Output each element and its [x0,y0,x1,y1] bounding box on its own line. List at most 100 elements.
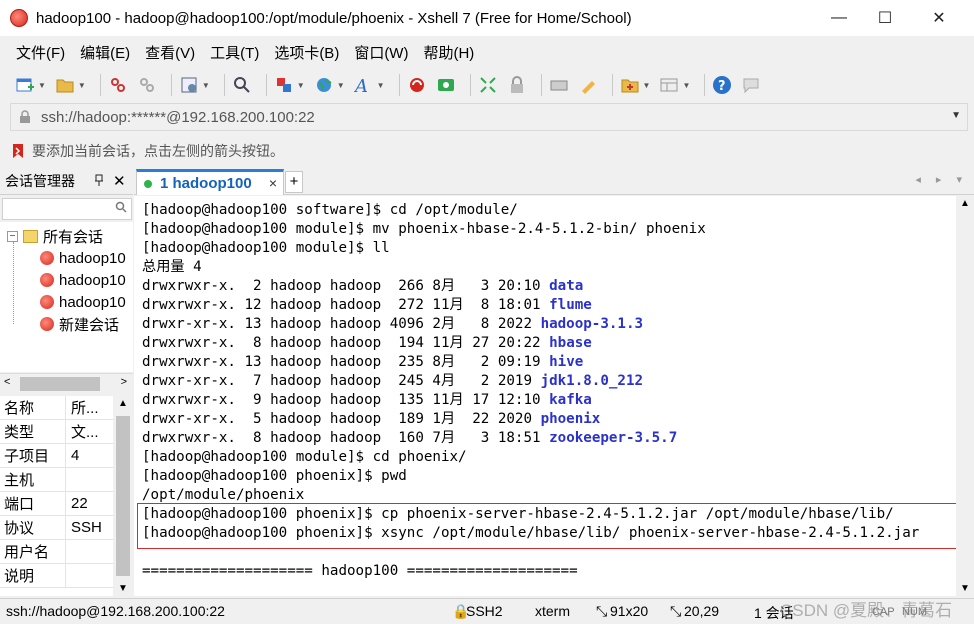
scroll-thumb[interactable] [20,377,100,391]
search-icon[interactable] [231,74,253,96]
scroll-down-icon[interactable]: ▼ [960,583,970,594]
chevron-down-icon[interactable]: ▼ [297,81,305,90]
tab-navigation-icons[interactable]: ◂ ▸ ▾ [915,173,968,186]
tree-item-new-session[interactable]: 新建会话 [40,313,119,335]
terminal-line-text: drwxrwxr-x. 13 hadoop hadoop 235 8月 2 09… [142,354,550,370]
highlight-icon[interactable] [577,74,599,96]
terminal-vertical-scrollbar[interactable]: ▲ ▼ [956,196,974,596]
lock-icon[interactable] [506,74,528,96]
tree-item-label: hadoop10 [59,271,126,289]
add-folder-icon[interactable] [619,74,641,96]
terminal-line-text: [hadoop@hadoop100 module]$ ll [142,240,390,256]
address-input[interactable]: ssh://hadoop:******@192.168.200.100:22 [41,109,315,126]
toolbar-divider [398,74,400,96]
pin-icon[interactable] [94,174,104,189]
chevron-down-icon[interactable]: ▼ [951,110,961,121]
properties-vertical-scrollbar[interactable]: ▲ ▼ [113,396,133,596]
toolbar-divider [223,74,225,96]
terminal-line: [hadoop@hadoop100 phoenix]$ pwd [142,467,407,486]
terminal-output[interactable]: [hadoop@hadoop100 software]$ cd /opt/mod… [134,196,956,596]
session-manager-header: 会话管理器 ✕ [0,168,133,195]
xftp-icon[interactable] [435,74,457,96]
scroll-down-icon[interactable]: ▼ [118,583,128,594]
scroll-left-icon[interactable]: < [4,376,10,388]
terminal-line-text: drwxrwxr-x. 12 hadoop hadoop 272 11月 8 1… [142,297,550,313]
tree-root-all-sessions[interactable]: − 所有会话 [7,225,103,247]
globe-icon[interactable] [313,74,335,96]
tree-horizontal-scrollbar[interactable]: < > [0,373,133,393]
add-tab-button[interactable]: + [285,171,303,193]
terminal-line: 总用量 4 [142,258,202,277]
chevron-down-icon[interactable]: ▼ [337,81,345,90]
terminal-line-text: [hadoop@hadoop100 module]$ mv phoenix-hb… [142,221,706,237]
xshell-logo-icon [10,9,28,27]
fullscreen-icon[interactable] [477,74,499,96]
open-folder-icon[interactable] [54,74,76,96]
minimize-button[interactable]: — [816,0,862,36]
scroll-right-icon[interactable]: > [121,376,127,388]
menu-file[interactable]: 文件(F) [16,42,65,63]
address-bar[interactable]: ssh://hadoop:******@192.168.200.100:22 ▼ [10,103,968,131]
new-session-icon[interactable] [14,74,36,96]
font-icon[interactable]: A [353,74,375,96]
session-panel-close-button[interactable]: ✕ [113,172,126,190]
prop-key: 说明 [0,563,66,588]
terminal-line: [hadoop@hadoop100 module]$ cd phoenix/ [142,448,467,467]
menu-view[interactable]: 查看(V) [145,42,195,63]
chevron-down-icon[interactable]: ▼ [202,81,210,90]
menu-tools[interactable]: 工具(T) [210,42,259,63]
maximize-button[interactable]: ☐ [862,0,908,36]
terminal-line: drwxrwxr-x. 8 hadoop hadoop 160 7月 3 18:… [142,429,677,448]
hint-text: 要添加当前会话，点击左侧的箭头按钮。 [32,143,284,159]
transfer-icon[interactable] [273,74,295,96]
terminal-line-text: drwxr-xr-x. 5 hadoop hadoop 189 1月 22 20… [142,411,541,427]
scroll-thumb[interactable] [116,416,130,576]
chevron-down-icon[interactable]: ▼ [78,81,86,90]
menu-tabs[interactable]: 选项卡(B) [274,42,339,63]
tab-close-icon[interactable]: × [269,175,277,191]
tree-item-session[interactable]: hadoop10 [40,291,126,313]
scroll-up-icon[interactable]: ▲ [118,398,128,409]
help-icon[interactable]: ? [711,74,733,96]
menu-window[interactable]: 窗口(W) [354,42,408,63]
chevron-down-icon[interactable]: ▼ [377,81,385,90]
prop-key: 名称 [0,396,66,420]
session-search-input[interactable] [2,198,132,220]
bookmark-arrow-icon[interactable] [10,143,26,159]
prop-key: 子项目 [0,443,66,468]
chat-icon[interactable] [740,74,762,96]
terminal-line: drwxrwxr-x. 9 hadoop hadoop 135 11月 17 1… [142,391,592,410]
menu-edit[interactable]: 编辑(E) [80,42,130,63]
menu-help[interactable]: 帮助(H) [423,42,474,63]
chevron-down-icon[interactable]: ▼ [643,81,651,90]
xshell-icon[interactable] [406,74,428,96]
toolbar-divider [611,74,613,96]
chevron-down-icon[interactable]: ▼ [38,81,46,90]
reconnect-icon[interactable] [107,74,129,96]
disconnect-icon[interactable] [136,74,158,96]
terminal-line-text: drwxrwxr-x. 8 hadoop hadoop 194 11月 27 2… [142,335,550,351]
svg-text:A: A [354,76,368,94]
session-icon [40,251,54,265]
search-icon [115,201,127,216]
tree-item-session[interactable]: hadoop10 [40,247,126,269]
terminal-line-text: 总用量 4 [142,259,202,275]
keyboard-icon[interactable] [548,74,570,96]
tab-hadoop100[interactable]: 1 hadoop100 × [136,169,284,195]
collapse-icon[interactable]: − [7,230,18,242]
highlight-box [137,503,956,549]
toolbar-divider [704,74,706,96]
scroll-up-icon[interactable]: ▲ [960,198,970,209]
layout-icon[interactable] [658,74,680,96]
terminal-line-text: drwxrwxr-x. 8 hadoop hadoop 160 7月 3 18:… [142,430,550,446]
chevron-down-icon[interactable]: ▼ [682,81,690,90]
directory-name: zookeeper-3.5.7 [549,430,678,446]
properties-icon[interactable] [178,74,200,96]
terminal-line-text: ==================== hadoop100 =========… [142,563,578,579]
menu-bar: 文件(F) 编辑(E) 查看(V) 工具(T) 选项卡(B) 窗口(W) 帮助(… [0,36,974,68]
tree-item-session[interactable]: hadoop10 [40,269,126,291]
close-button[interactable]: ✕ [916,0,962,36]
toolbar-divider [99,74,101,96]
prop-row: 说明 [0,563,113,588]
terminal-line-text: /opt/module/phoenix [142,487,305,503]
